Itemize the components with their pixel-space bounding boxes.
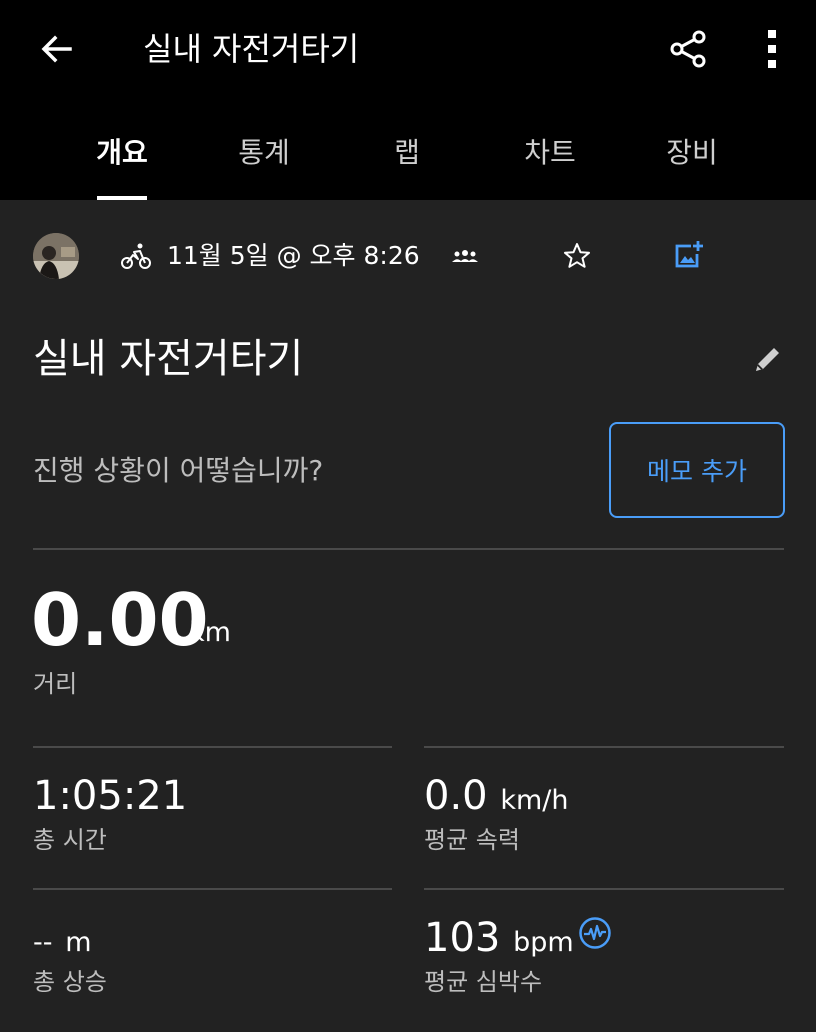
divider (33, 548, 784, 550)
avg-speed-unit: km/h (500, 785, 569, 816)
share-icon[interactable] (668, 28, 710, 70)
add-memo-button[interactable]: 메모 추가 (609, 422, 785, 518)
arrow-back-icon[interactable] (36, 28, 78, 70)
divider (33, 888, 392, 890)
total-ascent-unit: m (65, 927, 92, 958)
avg-hr-unit: bpm (513, 927, 574, 958)
total-ascent-label: 총 상승 (33, 968, 107, 996)
add-photo-icon[interactable] (672, 239, 704, 271)
heart-rate-icon[interactable] (578, 916, 612, 950)
active-tab-indicator (97, 196, 147, 200)
pencil-icon[interactable] (750, 341, 786, 377)
avg-speed-value: 0.0 km/h (424, 773, 569, 819)
tab-gear[interactable]: 장비 (627, 130, 757, 176)
distance-unit: km (189, 617, 231, 648)
tab-bar: 개요 통계 랩 차트 장비 (0, 130, 816, 200)
avg-hr-value: 103 bpm (424, 915, 574, 961)
distance-label: 거리 (33, 670, 78, 698)
divider (33, 746, 392, 748)
avg-hr-label: 평균 심박수 (424, 968, 543, 996)
divider (424, 888, 784, 890)
total-ascent-value: -- m (33, 927, 92, 958)
divider (424, 746, 784, 748)
avatar[interactable] (33, 233, 79, 279)
tab-charts[interactable]: 차트 (485, 130, 615, 176)
avg-speed-label: 평균 속력 (424, 826, 520, 854)
more-vert-icon[interactable] (752, 28, 794, 70)
tab-stats[interactable]: 통계 (199, 130, 329, 176)
star-icon[interactable] (562, 241, 592, 271)
tab-laps[interactable]: 랩 (342, 130, 472, 176)
bike-icon (121, 243, 151, 269)
app-title: 실내 자전거타기 (143, 30, 360, 68)
distance-value: 0.00 (31, 578, 209, 662)
activity-date: 11월 5일 @ 오후 8:26 (167, 241, 420, 270)
total-time-value: 1:05:21 (33, 773, 188, 819)
activity-title: 실내 자전거타기 (33, 336, 304, 382)
group-icon[interactable] (450, 242, 480, 272)
total-time-label: 총 시간 (33, 826, 107, 854)
tab-overview[interactable]: 개요 (57, 130, 187, 176)
memo-prompt: 진행 상황이 어떻습니까? (33, 454, 324, 487)
